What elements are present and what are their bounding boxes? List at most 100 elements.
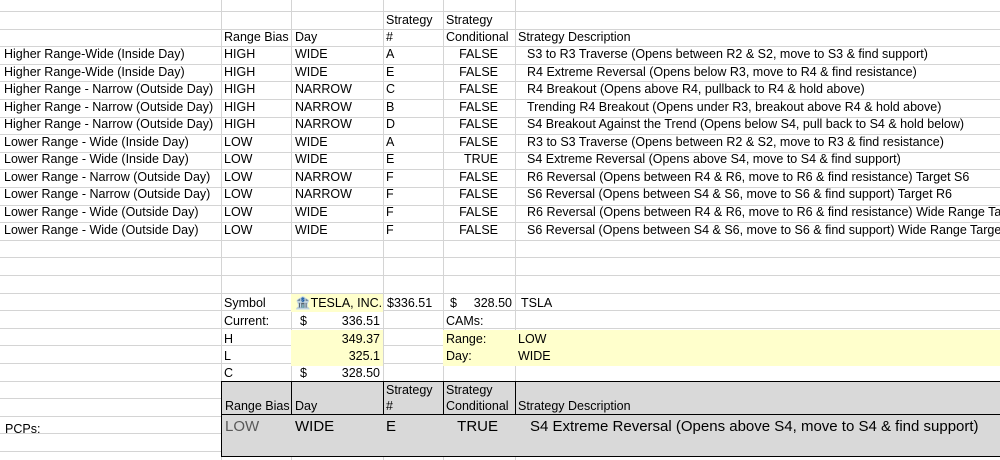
row-label[interactable]: Lower Range - Wide (Outside Day)	[4, 204, 199, 221]
row-description[interactable]: S3 to R3 Traverse (Opens between R2 & S2…	[527, 46, 928, 63]
row-day[interactable]: NARROW	[295, 169, 352, 186]
row-description[interactable]: Trending R4 Breakout (Opens under R3, br…	[527, 99, 941, 116]
result-bias[interactable]: LOW	[225, 417, 259, 437]
row-day[interactable]: WIDE	[295, 222, 328, 239]
row-conditional[interactable]: FALSE	[446, 81, 498, 98]
row-description[interactable]: S6 Reversal (Opens between S4 & S6, move…	[527, 186, 952, 203]
row-day[interactable]: WIDE	[295, 151, 328, 168]
row-range-bias[interactable]: HIGH	[224, 64, 255, 81]
result-header-range-bias[interactable]: Range Bias	[225, 398, 290, 415]
row-range-bias[interactable]: HIGH	[224, 81, 255, 98]
row-description[interactable]: S4 Extreme Reversal (Opens above S4, mov…	[527, 151, 901, 168]
row-description[interactable]: S4 Breakout Against the Trend (Opens bel…	[527, 116, 964, 133]
row-conditional[interactable]: FALSE	[446, 99, 498, 116]
result-header-strategy-cond-1[interactable]: Strategy	[446, 382, 493, 399]
header-strategy-cond-1[interactable]: Strategy	[446, 12, 493, 29]
c-currency[interactable]: $	[300, 365, 307, 382]
row-label[interactable]: Lower Range - Wide (Outside Day)	[4, 222, 199, 239]
row-range-bias[interactable]: LOW	[224, 204, 252, 221]
row-strategy[interactable]: B	[386, 99, 394, 116]
row-day[interactable]: WIDE	[295, 204, 328, 221]
result-cond[interactable]: TRUE	[446, 417, 498, 437]
symbol-stock-cell[interactable]: 🏦TESLA, INC. (	[295, 295, 383, 312]
current-label[interactable]: Current:	[224, 313, 269, 330]
current-currency[interactable]: $	[300, 313, 307, 330]
result-strategy[interactable]: E	[386, 417, 396, 437]
row-label[interactable]: Higher Range - Narrow (Outside Day)	[4, 116, 213, 133]
header-day[interactable]: Day	[295, 29, 317, 46]
h-value[interactable]: 349.37	[300, 331, 380, 348]
result-header-day[interactable]: Day	[295, 398, 317, 415]
row-day[interactable]: WIDE	[295, 64, 328, 81]
row-day[interactable]: NARROW	[295, 81, 352, 98]
c-label[interactable]: C	[224, 365, 233, 382]
row-label[interactable]: Higher Range-Wide (Inside Day)	[4, 46, 185, 63]
result-header-strategy-cond-2[interactable]: Conditional	[446, 398, 509, 415]
row-range-bias[interactable]: LOW	[224, 186, 252, 203]
row-description[interactable]: R6 Reversal (Opens between R4 & R6, move…	[527, 169, 969, 186]
h-label[interactable]: H	[224, 331, 233, 348]
row-label[interactable]: Higher Range-Wide (Inside Day)	[4, 64, 185, 81]
cams-label[interactable]: CAMs:	[446, 313, 484, 330]
row-conditional[interactable]: TRUE	[446, 151, 498, 168]
l-value[interactable]: 325.1	[300, 348, 380, 365]
header-strategy-desc[interactable]: Strategy Description	[518, 29, 631, 46]
row-range-bias[interactable]: HIGH	[224, 46, 255, 63]
row-strategy[interactable]: E	[386, 64, 394, 81]
row-description[interactable]: R4 Breakout (Opens above R4, pullback to…	[527, 81, 865, 98]
symbol-price2-currency[interactable]: $	[450, 295, 457, 312]
row-label[interactable]: Higher Range - Narrow (Outside Day)	[4, 81, 213, 98]
row-description[interactable]: R3 to S3 Traverse (Opens between R2 & S2…	[527, 134, 944, 151]
pcps-label[interactable]: PCPs:	[5, 421, 40, 438]
row-conditional[interactable]: FALSE	[446, 116, 498, 133]
row-day[interactable]: WIDE	[295, 46, 328, 63]
current-value[interactable]: 336.51	[310, 313, 380, 330]
row-range-bias[interactable]: LOW	[224, 169, 252, 186]
row-label[interactable]: Higher Range - Narrow (Outside Day)	[4, 99, 213, 116]
row-range-bias[interactable]: HIGH	[224, 116, 255, 133]
result-day[interactable]: WIDE	[295, 417, 334, 437]
spreadsheet-grid[interactable]: Range Bias Day Strategy # Strategy Condi…	[0, 0, 1000, 460]
row-label[interactable]: Lower Range - Narrow (Outside Day)	[4, 169, 210, 186]
row-strategy[interactable]: F	[386, 204, 394, 221]
row-strategy[interactable]: A	[386, 46, 394, 63]
row-conditional[interactable]: FALSE	[446, 222, 498, 239]
row-range-bias[interactable]: LOW	[224, 134, 252, 151]
row-description[interactable]: S6 Reversal (Opens between S4 & S6, move…	[527, 222, 1000, 239]
row-strategy[interactable]: F	[386, 169, 394, 186]
result-header-strategy-desc[interactable]: Strategy Description	[518, 398, 631, 415]
row-label[interactable]: Lower Range - Wide (Inside Day)	[4, 151, 189, 168]
l-label[interactable]: L	[224, 348, 231, 365]
row-day[interactable]: NARROW	[295, 116, 352, 133]
day-value[interactable]: WIDE	[518, 348, 551, 365]
row-strategy[interactable]: F	[386, 222, 394, 239]
c-value[interactable]: 328.50	[310, 365, 380, 382]
result-header-strategy-num-2[interactable]: #	[386, 398, 393, 415]
row-strategy[interactable]: D	[386, 116, 395, 133]
symbol-label[interactable]: Symbol	[224, 295, 266, 312]
row-day[interactable]: WIDE	[295, 134, 328, 151]
header-strategy-cond-2[interactable]: Conditional	[446, 29, 509, 46]
row-conditional[interactable]: FALSE	[446, 169, 498, 186]
row-description[interactable]: R4 Extreme Reversal (Opens below R3, mov…	[527, 64, 917, 81]
row-day[interactable]: NARROW	[295, 186, 352, 203]
row-day[interactable]: NARROW	[295, 99, 352, 116]
row-conditional[interactable]: FALSE	[446, 134, 498, 151]
row-conditional[interactable]: FALSE	[446, 64, 498, 81]
row-description[interactable]: R6 Reversal (Opens between R4 & R6, move…	[527, 204, 1000, 221]
row-strategy[interactable]: C	[386, 81, 395, 98]
header-strategy-num-1[interactable]: Strategy	[386, 12, 433, 29]
row-conditional[interactable]: FALSE	[446, 204, 498, 221]
symbol-price2-value[interactable]: 328.50	[460, 295, 512, 312]
row-range-bias[interactable]: LOW	[224, 222, 252, 239]
row-conditional[interactable]: FALSE	[446, 186, 498, 203]
result-desc[interactable]: S4 Extreme Reversal (Opens above S4, mov…	[530, 417, 979, 437]
row-label[interactable]: Lower Range - Wide (Inside Day)	[4, 134, 189, 151]
symbol-ticker[interactable]: TSLA	[521, 295, 552, 312]
row-label[interactable]: Lower Range - Narrow (Outside Day)	[4, 186, 210, 203]
row-strategy[interactable]: F	[386, 186, 394, 203]
day-label[interactable]: Day:	[446, 348, 472, 365]
row-conditional[interactable]: FALSE	[446, 46, 498, 63]
header-strategy-num-2[interactable]: #	[386, 29, 393, 46]
result-header-strategy-num-1[interactable]: Strategy	[386, 382, 433, 399]
